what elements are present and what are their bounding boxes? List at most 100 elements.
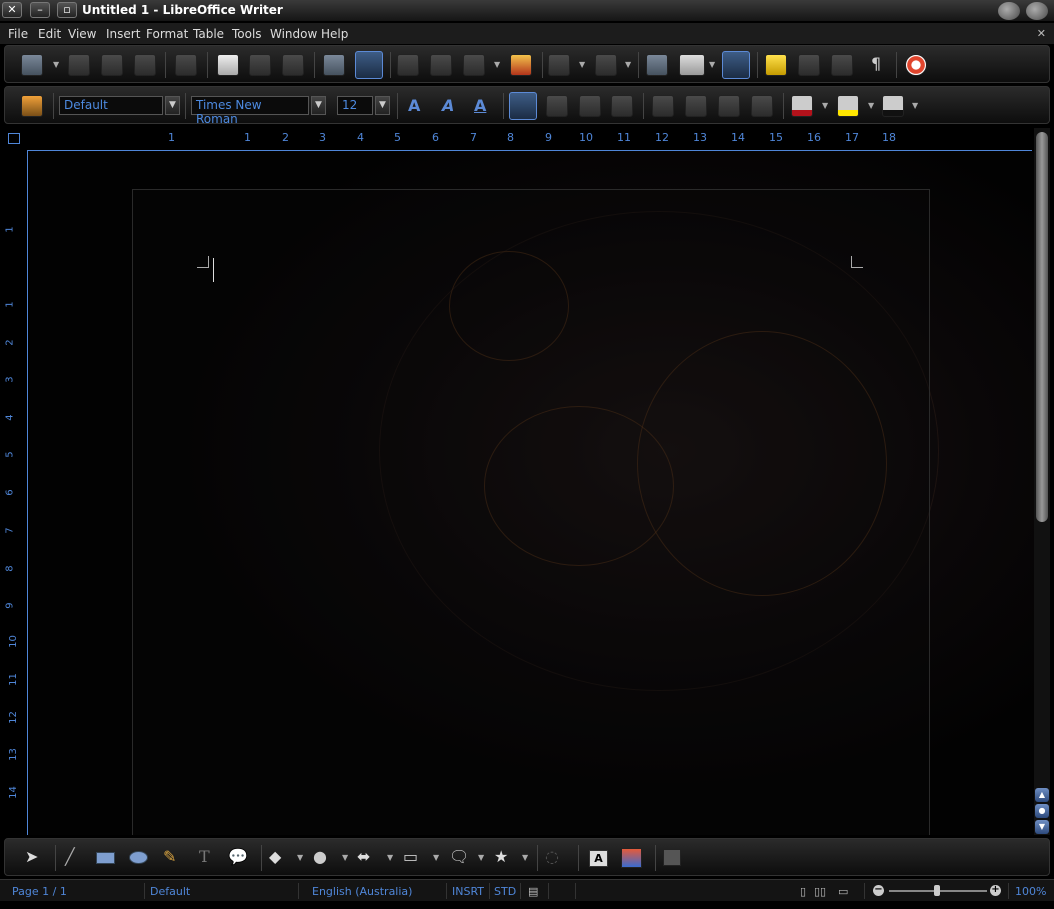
document-canvas[interactable] (29, 151, 1034, 835)
increase-indent-icon[interactable] (751, 95, 773, 117)
help-icon[interactable] (905, 54, 927, 76)
highlighting-icon[interactable] (837, 95, 859, 117)
block-arrows-icon[interactable]: ⬌ (357, 847, 370, 866)
select-icon[interactable]: ➤ (25, 847, 38, 866)
scrollbar-thumb[interactable] (1036, 132, 1048, 522)
highlighting-dropdown-icon[interactable]: ▼ (868, 101, 874, 110)
align-center-icon[interactable] (546, 95, 568, 117)
scroll-down-button[interactable]: ▼ (1035, 820, 1049, 834)
from-file-icon[interactable] (621, 848, 642, 868)
multi-page-view-icon[interactable]: ▯▯ (814, 885, 826, 898)
styles-formatting-icon[interactable] (21, 95, 43, 117)
tab-type-selector[interactable] (8, 133, 20, 144)
open-icon[interactable] (68, 54, 90, 76)
paragraph-style-dropdown-icon[interactable]: ▼ (165, 96, 180, 115)
minimize-window-button[interactable]: – (30, 2, 50, 18)
menu-view[interactable]: View (68, 27, 96, 41)
selection-mode[interactable]: STD (494, 885, 516, 898)
print-preview-icon[interactable] (282, 54, 304, 76)
close-document-icon[interactable]: ✕ (1037, 27, 1046, 40)
table-dropdown-icon[interactable]: ▼ (709, 60, 715, 69)
single-page-view-icon[interactable]: ▯ (800, 885, 806, 898)
email-icon[interactable] (134, 54, 156, 76)
text-icon[interactable]: T (199, 847, 210, 866)
background-color-icon[interactable] (882, 95, 904, 117)
navigation-button[interactable]: ● (1035, 804, 1049, 818)
font-size-combo[interactable]: 12 (337, 96, 373, 115)
clone-formatting-icon[interactable] (510, 54, 532, 76)
undo-dropdown-icon[interactable]: ▼ (579, 60, 585, 69)
basic-shapes-dropdown-icon[interactable]: ▼ (297, 853, 303, 862)
new-dropdown-icon[interactable]: ▼ (53, 60, 59, 69)
extrusion-icon[interactable] (663, 849, 681, 866)
book-view-icon[interactable]: ▭ (838, 885, 848, 898)
callouts-icon[interactable]: 🗨 (449, 847, 469, 866)
align-right-icon[interactable] (579, 95, 601, 117)
symbol-shapes-dropdown-icon[interactable]: ▼ (342, 853, 348, 862)
cut-icon[interactable] (397, 54, 419, 76)
font-size-dropdown-icon[interactable]: ▼ (375, 96, 390, 115)
vertical-ruler[interactable]: 1 1 2 3 4 5 6 7 8 9 10 11 12 13 14 (0, 151, 27, 835)
paragraph-style-combo[interactable]: Default (59, 96, 163, 115)
export-pdf-icon[interactable] (217, 54, 239, 76)
italic-icon[interactable]: A (442, 96, 454, 115)
page-count[interactable]: Page 1 / 1 (12, 885, 67, 898)
show-draw-functions-icon[interactable] (722, 51, 750, 79)
close-window-button[interactable]: ✕ (2, 2, 22, 18)
spellcheck-icon[interactable] (323, 54, 345, 76)
line-icon[interactable]: ╱ (65, 847, 75, 866)
decrease-indent-icon[interactable] (718, 95, 740, 117)
window-orb-icon-2[interactable] (1026, 2, 1048, 20)
menu-tools[interactable]: Tools (232, 27, 262, 41)
zoom-out-button[interactable]: − (873, 885, 884, 896)
formatting-marks-icon[interactable]: ¶ (871, 54, 881, 73)
font-name-combo[interactable]: Times New Roman (191, 96, 309, 126)
language-status[interactable]: English (Australia) (312, 885, 412, 898)
ellipse-icon[interactable] (129, 851, 148, 864)
align-left-icon[interactable] (509, 92, 537, 120)
justify-icon[interactable] (611, 95, 633, 117)
symbol-shapes-icon[interactable]: ● (313, 847, 327, 866)
callout-icon[interactable]: 💬 (228, 847, 248, 866)
block-arrows-dropdown-icon[interactable]: ▼ (387, 853, 393, 862)
stars-dropdown-icon[interactable]: ▼ (522, 853, 528, 862)
menu-insert[interactable]: Insert (106, 27, 140, 41)
font-name-dropdown-icon[interactable]: ▼ (311, 96, 326, 115)
bold-icon[interactable]: A (408, 96, 420, 115)
print-icon[interactable] (249, 54, 271, 76)
numbering-icon[interactable] (652, 95, 674, 117)
font-color-dropdown-icon[interactable]: ▼ (822, 101, 828, 110)
navigator-icon[interactable] (765, 54, 787, 76)
flowchart-icon[interactable]: ▭ (403, 847, 418, 866)
menu-table[interactable]: Table (193, 27, 224, 41)
page-style[interactable]: Default (150, 885, 190, 898)
fontwork-icon[interactable]: A (589, 850, 608, 867)
zoom-level[interactable]: 100% (1015, 885, 1046, 898)
zoom-in-button[interactable]: + (990, 885, 1001, 896)
save-icon[interactable] (101, 54, 123, 76)
basic-shapes-icon[interactable]: ◆ (269, 847, 281, 866)
points-icon[interactable]: ◌ (545, 847, 559, 866)
menu-file[interactable]: File (8, 27, 28, 41)
flowchart-dropdown-icon[interactable]: ▼ (433, 853, 439, 862)
data-sources-icon[interactable] (831, 54, 853, 76)
copy-icon[interactable] (430, 54, 452, 76)
undo-icon[interactable] (548, 54, 570, 76)
underline-icon[interactable]: A (474, 96, 486, 115)
hyperlink-icon[interactable] (646, 54, 668, 76)
horizontal-ruler[interactable]: 1 1 2 3 4 5 6 7 8 9 10 11 12 13 14 15 16… (28, 128, 1032, 150)
new-document-icon[interactable] (21, 54, 43, 76)
font-color-icon[interactable] (791, 95, 813, 117)
menu-help[interactable]: Help (321, 27, 348, 41)
document-modified-icon[interactable]: ▤ (528, 885, 538, 898)
redo-dropdown-icon[interactable]: ▼ (625, 60, 631, 69)
redo-icon[interactable] (595, 54, 617, 76)
vertical-scrollbar[interactable]: ▲ ● ▼ (1034, 128, 1050, 835)
paste-dropdown-icon[interactable]: ▼ (494, 60, 500, 69)
maximize-window-button[interactable]: ▫ (57, 2, 77, 18)
stars-icon[interactable]: ★ (494, 847, 508, 866)
edit-file-icon[interactable] (175, 54, 197, 76)
gallery-icon[interactable] (798, 54, 820, 76)
autospellcheck-icon[interactable] (355, 51, 383, 79)
document-page[interactable] (132, 189, 930, 835)
